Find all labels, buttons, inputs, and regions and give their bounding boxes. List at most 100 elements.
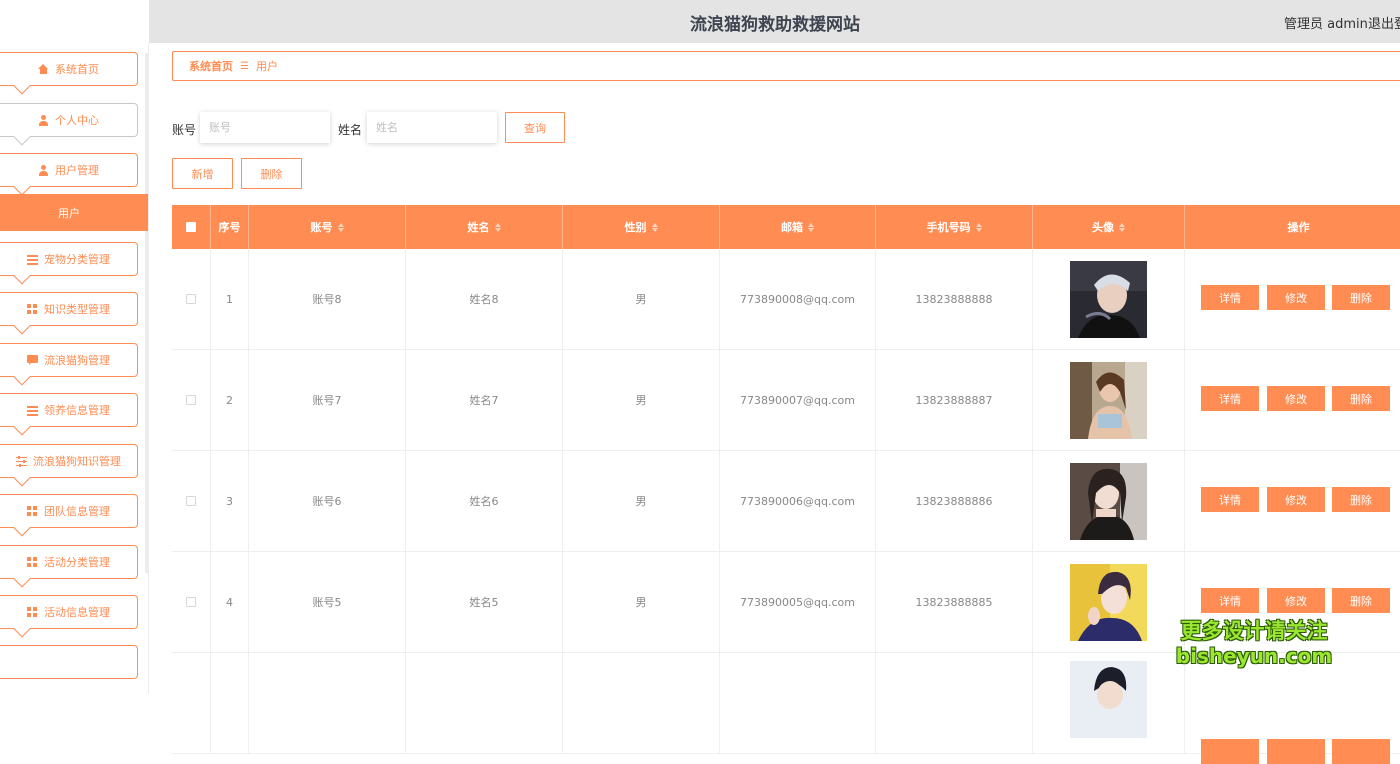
top-header: 流浪猫狗救助救援网站 管理员 admin 退出登录 <box>0 0 1400 43</box>
column-header-actions: 操作 <box>1185 205 1400 249</box>
cell-phone: 13823888887 <box>876 350 1033 450</box>
sidebar-item-label: 知识类型管理 <box>44 303 110 316</box>
avatar <box>1070 563 1147 641</box>
account-label: 账号 <box>172 123 197 137</box>
column-header-name[interactable]: 姓名 <box>406 205 563 249</box>
sidebar-item-home[interactable]: 系统首页 <box>0 52 138 95</box>
sidebar-item-pet-category[interactable]: 宠物分类管理 <box>0 242 138 285</box>
sidebar-item-adoption[interactable]: 领养信息管理 <box>0 393 138 436</box>
table-header: 序号 账号 姓名 性别 邮箱 手机号码 头像 操作 <box>172 205 1400 249</box>
delete-button[interactable]: 删除 <box>1332 588 1390 613</box>
cell-actions: 详情 修改 删除 <box>1185 249 1400 349</box>
sort-icon[interactable] <box>651 222 658 232</box>
home-icon <box>38 64 49 74</box>
breadcrumb-home[interactable]: 系统首页 <box>189 58 233 74</box>
sidebar-item-partial[interactable] <box>0 645 138 679</box>
grid-icon <box>27 556 38 568</box>
cell-name: 姓名8 <box>406 249 563 349</box>
cell-account: 账号5 <box>249 552 406 652</box>
row-checkbox[interactable] <box>186 496 196 506</box>
sidebar-item-stray-knowledge[interactable]: 流浪猫狗知识管理 <box>0 444 138 487</box>
grid-icon <box>27 505 38 517</box>
sidebar-item-team[interactable]: 团队信息管理 <box>0 494 138 537</box>
row-checkbox[interactable] <box>186 597 196 607</box>
row-checkbox-cell <box>172 653 211 753</box>
sidebar-subitem-user[interactable]: 用户 <box>0 194 148 231</box>
sidebar-item-label: 领养信息管理 <box>44 404 110 417</box>
header-user: 管理员 admin <box>1284 17 1368 32</box>
account-search-input[interactable] <box>200 112 330 143</box>
list-icon <box>27 254 38 265</box>
edit-button[interactable] <box>1267 739 1325 764</box>
cell-name: 姓名6 <box>406 451 563 551</box>
row-checkbox[interactable] <box>186 294 196 304</box>
column-header-email[interactable]: 邮箱 <box>720 205 876 249</box>
column-header-label: 姓名 <box>467 221 490 234</box>
detail-button[interactable]: 详情 <box>1201 487 1259 512</box>
column-header-phone[interactable]: 手机号码 <box>876 205 1033 249</box>
avatar <box>1070 361 1147 439</box>
sliders-icon <box>16 455 27 467</box>
sidebar-item-label: 活动信息管理 <box>44 606 110 619</box>
sidebar-item-knowledge-type[interactable]: 知识类型管理 <box>0 292 138 335</box>
edit-button[interactable]: 修改 <box>1267 588 1325 613</box>
sort-icon[interactable] <box>975 222 982 232</box>
sidebar: 系统首页 个人中心 用户管理 用户 宠物分类管理 知识类型管理 流浪猫狗管理 领… <box>0 43 149 694</box>
sort-icon[interactable] <box>1119 222 1125 232</box>
row-checkbox[interactable] <box>186 395 196 405</box>
detail-button[interactable]: 详情 <box>1201 285 1259 310</box>
cell-phone: 13823888888 <box>876 249 1033 349</box>
cell-avatar <box>1033 249 1185 349</box>
cell-avatar <box>1033 451 1185 551</box>
chat-icon <box>27 354 38 366</box>
user-icon <box>38 114 49 126</box>
sort-icon[interactable] <box>337 222 344 232</box>
sort-icon[interactable] <box>494 222 501 232</box>
sidebar-item-stray-animals[interactable]: 流浪猫狗管理 <box>0 343 138 386</box>
batch-delete-button[interactable]: 删除 <box>241 158 302 189</box>
sidebar-item-label: 流浪猫狗管理 <box>44 354 110 367</box>
cell-account <box>249 653 406 753</box>
cell-email: 773890007@qq.com <box>720 350 876 450</box>
sidebar-item-label: 用户管理 <box>55 164 99 177</box>
delete-button[interactable]: 删除 <box>1332 487 1390 512</box>
add-button[interactable]: 新增 <box>172 158 233 189</box>
watermark: 更多设计请关注 bisheyun.com <box>1174 618 1334 668</box>
delete-button[interactable]: 删除 <box>1332 386 1390 411</box>
detail-button[interactable]: 详情 <box>1201 386 1259 411</box>
cell-actions <box>1185 653 1400 764</box>
sidebar-item-activity-category[interactable]: 活动分类管理 <box>0 545 138 588</box>
query-button[interactable]: 查询 <box>505 112 565 143</box>
edit-button[interactable]: 修改 <box>1267 386 1325 411</box>
watermark-line-2: bisheyun.com <box>1175 644 1333 668</box>
name-search-input[interactable] <box>367 112 497 143</box>
edit-button[interactable]: 修改 <box>1267 285 1325 310</box>
sidebar-item-profile[interactable]: 个人中心 <box>0 103 138 146</box>
delete-button[interactable] <box>1332 739 1390 764</box>
detail-button[interactable]: 详情 <box>1201 588 1259 613</box>
sidebar-item-label: 活动分类管理 <box>44 556 110 569</box>
column-header-label: 账号 <box>310 221 333 234</box>
cell-name: 姓名5 <box>406 552 563 652</box>
column-header-label: 序号 <box>218 221 241 234</box>
user-icon <box>38 164 49 176</box>
sidebar-scrollbar[interactable] <box>145 53 148 573</box>
column-header-avatar[interactable]: 头像 <box>1033 205 1185 249</box>
select-all-checkbox[interactable] <box>186 222 196 232</box>
header-logo-area <box>0 0 149 43</box>
sidebar-item-user-management[interactable]: 用户管理 <box>0 153 138 196</box>
cell-index <box>211 653 249 753</box>
column-header-gender[interactable]: 性别 <box>563 205 720 249</box>
logout-link[interactable]: 退出登录 <box>1368 13 1400 32</box>
edit-button[interactable]: 修改 <box>1267 487 1325 512</box>
breadcrumb-current: 用户 <box>255 60 278 73</box>
column-header-account[interactable]: 账号 <box>249 205 406 249</box>
delete-button[interactable]: 删除 <box>1332 285 1390 310</box>
cell-account: 账号6 <box>249 451 406 551</box>
sidebar-item-activity-info[interactable]: 活动信息管理 <box>0 595 138 638</box>
table-row: 2 账号7 姓名7 男 773890007@qq.com 13823888887… <box>172 350 1400 451</box>
cell-phone: 13823888886 <box>876 451 1033 551</box>
cell-gender: 男 <box>563 451 720 551</box>
sort-icon[interactable] <box>808 222 814 232</box>
detail-button[interactable] <box>1201 739 1259 764</box>
